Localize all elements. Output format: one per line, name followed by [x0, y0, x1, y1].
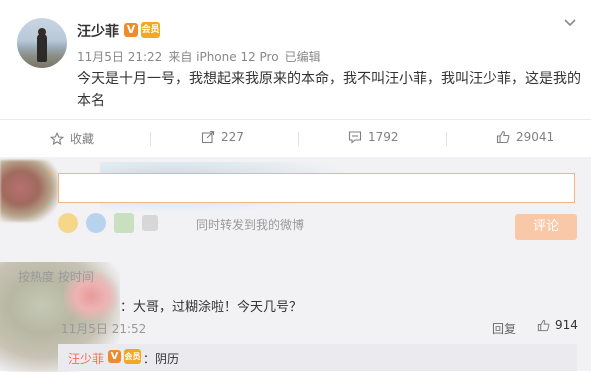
favorite-label: 收藏: [70, 132, 95, 146]
vip-badge-icon: 会员: [124, 349, 141, 364]
blurred-avatar: [0, 160, 58, 222]
verified-badge-icon: V: [108, 350, 121, 363]
repost-count: 227: [221, 130, 244, 144]
comment-like-button[interactable]: 914: [537, 318, 578, 332]
avatar[interactable]: [17, 18, 67, 68]
chevron-down-icon[interactable]: [563, 16, 577, 30]
favorite-button[interactable]: 收藏: [50, 130, 94, 147]
thumbs-up-icon: [496, 130, 510, 144]
avatar-figure: [37, 34, 47, 62]
separator: [446, 132, 447, 146]
emoji-icon[interactable]: [58, 213, 78, 233]
repost-button[interactable]: 227: [201, 130, 244, 144]
separator: [298, 132, 299, 146]
post-text: 今天是十月一号，我想起来我原来的本命，我不叫汪小菲，我叫汪少菲，这是我的本名: [77, 71, 581, 109]
image-icon[interactable]: [114, 213, 134, 233]
post-username[interactable]: 汪少菲: [77, 21, 119, 41]
compose-toolbar: [58, 213, 158, 233]
comment-input[interactable]: [58, 173, 575, 203]
vip-badge-icon: 会员: [141, 22, 160, 38]
star-icon: [50, 131, 64, 145]
comment-count: 1792: [368, 130, 399, 144]
comment-icon: [348, 131, 362, 144]
like-button[interactable]: 29041: [496, 130, 554, 144]
forward-checkbox[interactable]: [142, 215, 158, 231]
repost-icon: [201, 130, 215, 144]
post-edited[interactable]: 已编辑: [285, 50, 321, 64]
comment-like-count: 914: [555, 318, 578, 332]
comment-sort-tabs[interactable]: 按热度 按时间: [18, 268, 94, 285]
comment-text: ：大哥，过糊涂啦！今天几号？: [120, 300, 303, 315]
verified-badge-icon: V: [124, 23, 138, 37]
like-count: 29041: [516, 130, 555, 144]
sub-reply-text: ：阴历: [143, 352, 180, 366]
at-icon[interactable]: [86, 213, 106, 233]
separator: [150, 132, 151, 146]
action-bar: 收藏 227 1792 29041: [0, 120, 591, 156]
post-source: 来自 iPhone 12 Pro: [168, 50, 279, 64]
post-meta: 11月5日 21:22 来自 iPhone 12 Pro 已编辑: [77, 48, 327, 65]
forward-label: 同时转发到我的微博: [196, 218, 305, 232]
comment-time: 11月5日 21:52: [61, 322, 147, 336]
thumbs-up-icon: [537, 319, 550, 331]
submit-comment-button[interactable]: 评论: [515, 214, 577, 240]
reply-button[interactable]: 回复: [492, 320, 516, 337]
comment-button[interactable]: 1792: [348, 130, 399, 144]
post-time[interactable]: 11月5日 21:22: [77, 50, 162, 64]
sub-reply-username[interactable]: 汪少菲: [68, 350, 104, 367]
